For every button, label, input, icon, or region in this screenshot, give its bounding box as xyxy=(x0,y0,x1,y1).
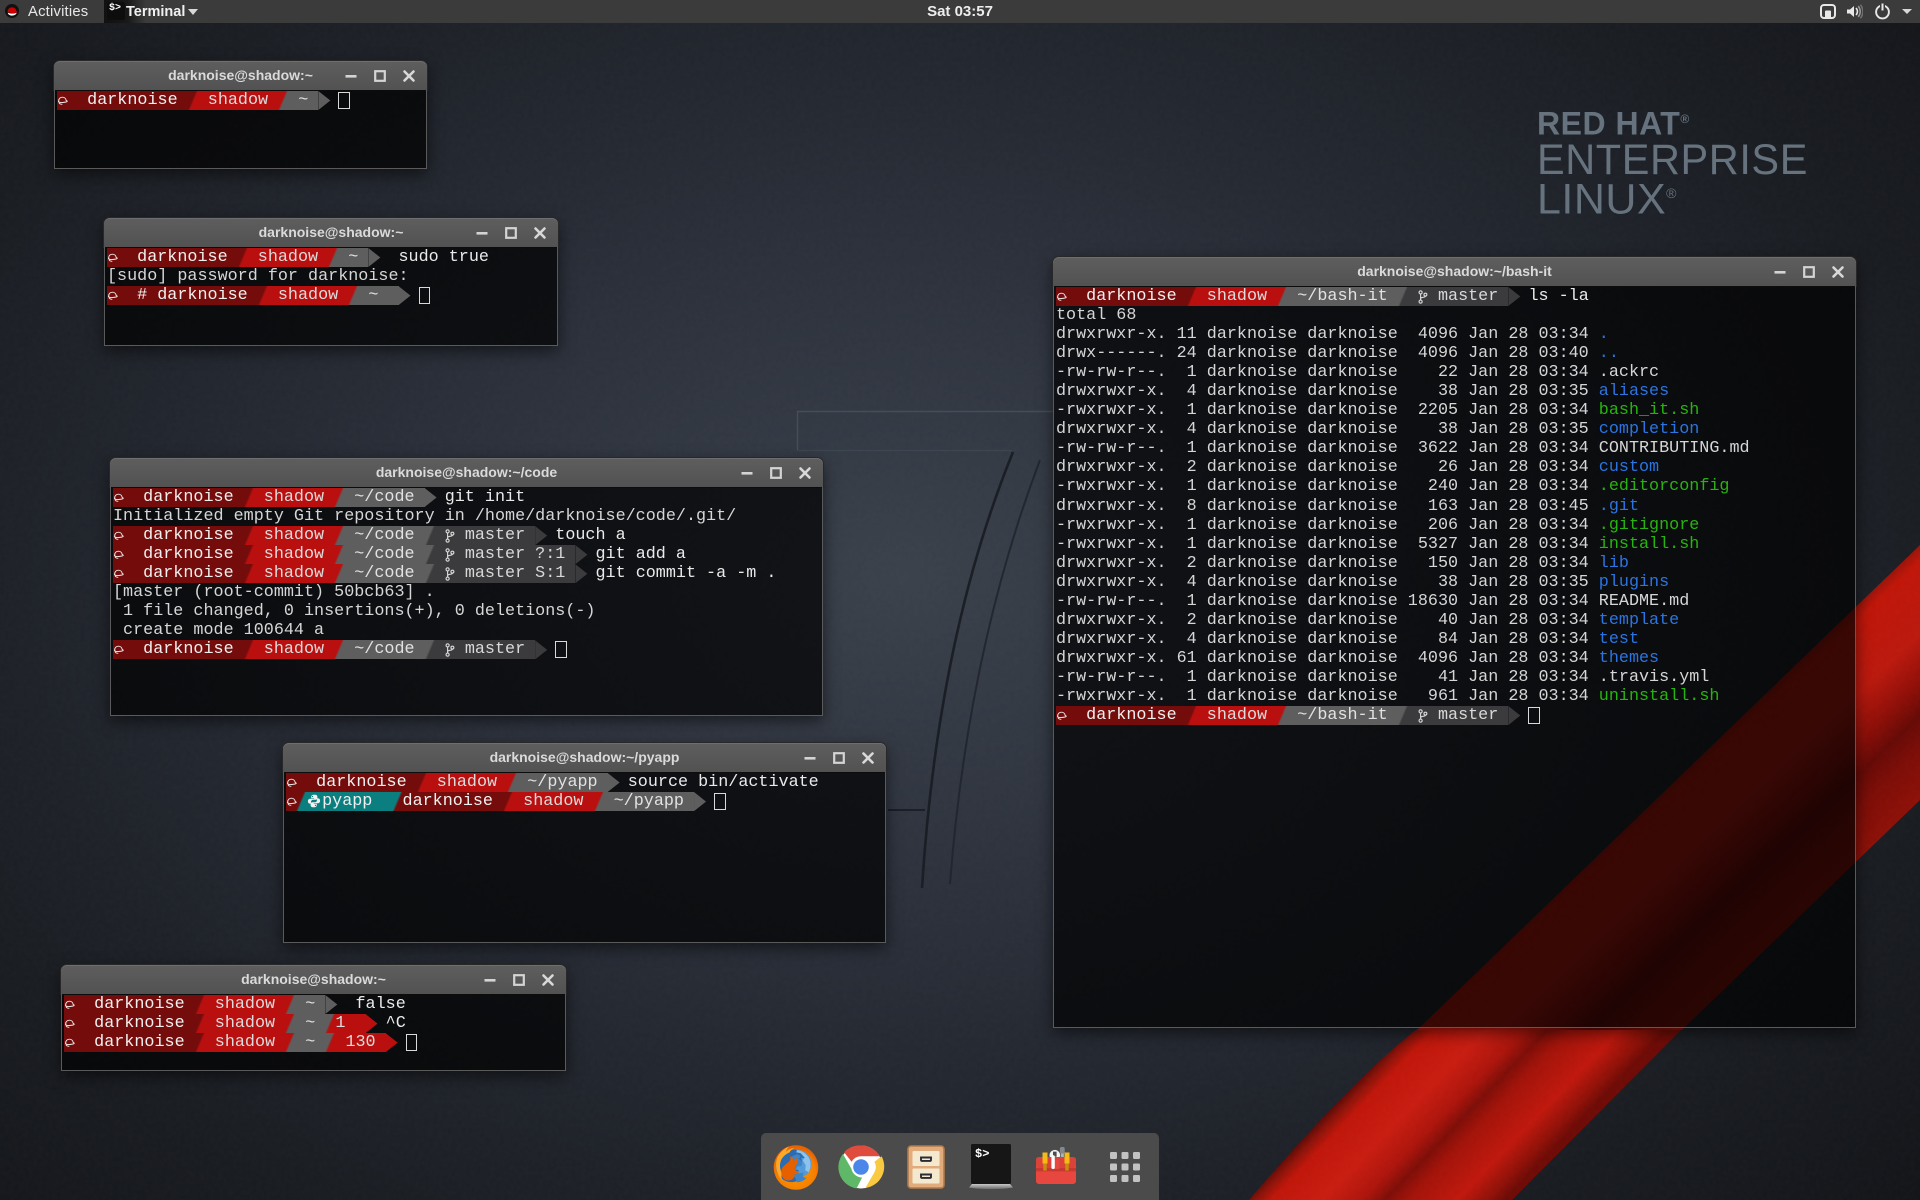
svg-text:$>: $> xyxy=(975,1147,989,1161)
